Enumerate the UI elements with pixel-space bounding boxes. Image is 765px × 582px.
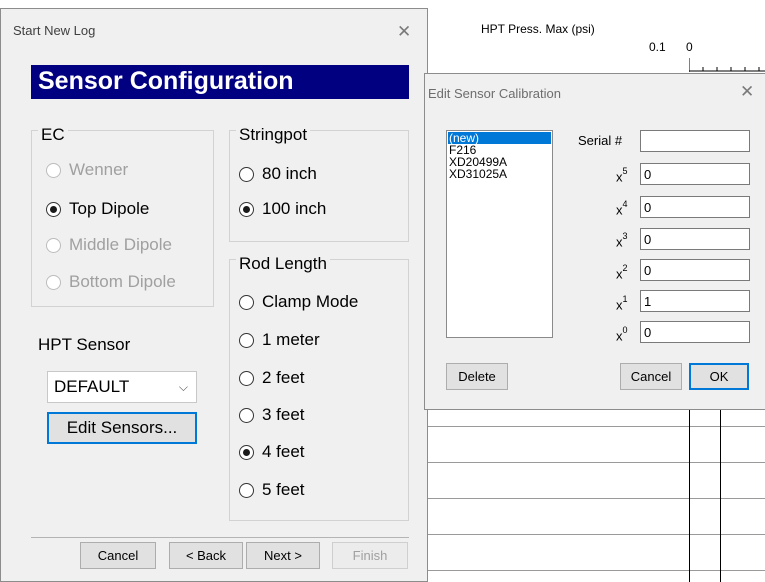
hpt-sensor-select[interactable]: DEFAULT ⌵ — [47, 371, 197, 403]
radio-checked-icon — [239, 444, 254, 460]
close-icon[interactable]: ✕ — [397, 23, 411, 40]
ok-button[interactable]: OK — [689, 363, 749, 390]
coef-x5-input[interactable] — [640, 163, 750, 185]
radio-middle-dipole: Middle Dipole — [46, 235, 172, 255]
chevron-down-icon: ⌵ — [178, 380, 188, 394]
dialog-title: Start New Log — [13, 23, 96, 38]
radio-bottom-dipole: Bottom Dipole — [46, 272, 176, 292]
cancel-button[interactable]: Cancel — [80, 542, 156, 569]
calibration-dialog-title: Edit Sensor Calibration — [428, 86, 561, 101]
plot-tick-label: 0 — [686, 40, 693, 54]
plot-gridline — [425, 534, 765, 535]
plot-gridline — [425, 426, 765, 427]
radio-circle-icon — [46, 274, 61, 290]
delete-button[interactable]: Delete — [446, 363, 508, 390]
coef-label-x3: x3 — [616, 231, 628, 250]
edit-sensor-calibration-dialog: Edit Sensor Calibration ✕ (new) F216 XD2… — [424, 73, 765, 410]
radio-3-feet[interactable]: 3 feet — [239, 405, 305, 425]
next-button[interactable]: Next > — [246, 542, 320, 569]
radio-wenner: Wenner — [46, 160, 128, 180]
list-item[interactable]: XD31025A — [448, 168, 551, 180]
radio-clamp-mode[interactable]: Clamp Mode — [239, 292, 358, 312]
plot-gridline — [425, 498, 765, 499]
back-button[interactable]: < Back — [169, 542, 243, 569]
radio-circle-icon — [239, 370, 254, 386]
coef-x1-input[interactable] — [640, 290, 750, 312]
finish-button: Finish — [332, 542, 408, 569]
radio-100-inch[interactable]: 100 inch — [239, 199, 326, 219]
coef-label-x2: x2 — [616, 263, 628, 282]
radio-circle-icon — [239, 332, 254, 348]
radio-1-meter[interactable]: 1 meter — [239, 330, 320, 350]
edit-sensors-button[interactable]: Edit Sensors... — [47, 412, 197, 444]
start-new-log-dialog: Start New Log ✕ Sensor Configuration EC … — [0, 8, 428, 582]
coef-x3-input[interactable] — [640, 228, 750, 250]
radio-checked-icon — [46, 201, 61, 217]
page-banner: Sensor Configuration — [31, 65, 409, 99]
plot-trace-left — [689, 410, 690, 582]
plot-trace-right — [720, 410, 721, 582]
hpt-sensor-label: HPT Sensor — [38, 335, 131, 354]
radio-2-feet[interactable]: 2 feet — [239, 368, 305, 388]
plot-tick-label: 0.1 — [649, 40, 666, 54]
rod-length-group-title: Rod Length — [236, 254, 330, 274]
radio-checked-icon — [239, 201, 254, 217]
sensor-list[interactable]: (new) F216 XD20499A XD31025A — [446, 130, 553, 338]
radio-4-feet[interactable]: 4 feet — [239, 442, 305, 462]
coef-x0-input[interactable] — [640, 321, 750, 343]
coef-x2-input[interactable] — [640, 259, 750, 281]
radio-circle-icon — [46, 237, 61, 253]
radio-top-dipole[interactable]: Top Dipole — [46, 199, 149, 219]
hpt-sensor-value: DEFAULT — [54, 377, 130, 396]
serial-input[interactable] — [640, 130, 750, 152]
radio-circle-icon — [239, 166, 254, 182]
plot-gridline — [425, 462, 765, 463]
coef-label-x5: x5 — [616, 166, 628, 185]
plot-title: HPT Press. Max (psi) — [481, 22, 595, 36]
footer-separator — [31, 537, 409, 538]
coef-label-x4: x4 — [616, 199, 628, 218]
radio-circle-icon — [239, 294, 254, 310]
stringpot-group — [229, 130, 409, 242]
serial-label: Serial # — [578, 133, 623, 148]
ec-group-title: EC — [38, 125, 68, 145]
radio-circle-icon — [239, 482, 254, 498]
radio-5-feet[interactable]: 5 feet — [239, 480, 305, 500]
coef-label-x1: x1 — [616, 294, 628, 313]
close-icon[interactable]: ✕ — [740, 83, 754, 100]
radio-circle-icon — [46, 162, 61, 178]
plot-axis-ticks — [689, 58, 765, 72]
cancel-button[interactable]: Cancel — [620, 363, 682, 390]
coef-x4-input[interactable] — [640, 196, 750, 218]
stringpot-group-title: Stringpot — [236, 125, 311, 145]
coef-label-x0: x0 — [616, 325, 628, 344]
plot-gridline — [425, 570, 765, 571]
radio-circle-icon — [239, 407, 254, 423]
radio-80-inch[interactable]: 80 inch — [239, 164, 317, 184]
